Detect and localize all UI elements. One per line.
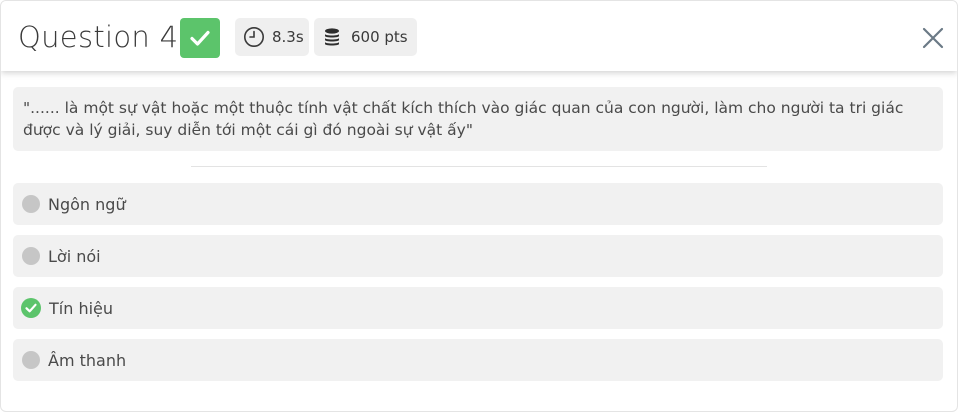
time-value: 8.3s: [272, 28, 304, 46]
answer-option[interactable]: Âm thanh: [13, 339, 943, 381]
clock-icon: [243, 26, 265, 48]
divider: [191, 166, 767, 167]
coins-icon: [322, 26, 344, 48]
question-card: Question 4 8.3s 600 pts "...... là một s…: [0, 0, 958, 412]
points-chip: 600 pts: [314, 18, 417, 56]
close-button[interactable]: [915, 21, 951, 55]
checkmark-icon: [190, 30, 210, 46]
answer-label: Tín hiệu: [49, 298, 114, 318]
radio-icon: [22, 247, 40, 265]
radio-icon: [22, 351, 40, 369]
answer-label: Lời nói: [48, 246, 101, 266]
answer-option[interactable]: Lời nói: [13, 235, 943, 277]
question-title: Question 4: [18, 20, 179, 54]
answer-label: Ngôn ngữ: [48, 194, 126, 214]
time-chip: 8.3s: [235, 18, 309, 56]
answer-option[interactable]: Ngôn ngữ: [13, 183, 943, 225]
answer-option-correct[interactable]: Tín hiệu: [13, 287, 943, 329]
question-text: "...... là một sự vật hoặc một thuộc tín…: [13, 87, 943, 151]
answer-label: Âm thanh: [48, 350, 127, 370]
radio-icon: [22, 195, 40, 213]
correct-badge: [180, 18, 220, 58]
check-circle-icon: [21, 298, 41, 318]
points-value: 600 pts: [351, 28, 408, 46]
close-icon: [922, 27, 944, 49]
question-header: Question 4 8.3s 600 pts: [1, 1, 957, 71]
